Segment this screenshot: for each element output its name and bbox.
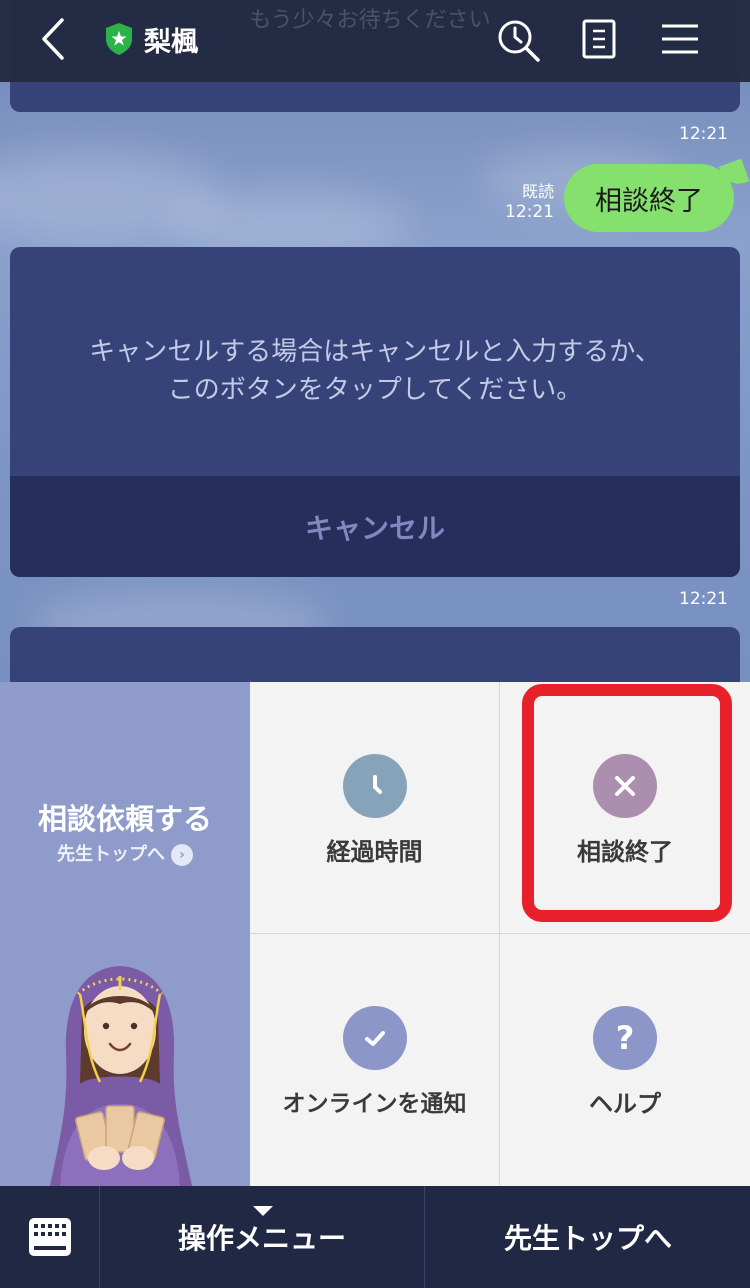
elapsed-time-button[interactable]: 経過時間 [250,682,500,934]
message-timestamp: 12:21 [679,589,728,609]
read-time: 12:21 [505,202,554,222]
search-clock-icon [498,20,540,62]
chat-area[interactable]: 12:21 既読 12:21 相談終了 キャンセルする場合はキャンセルと入力する… [0,0,750,682]
sent-message-bubble[interactable]: 相談終了 [564,164,734,232]
keyboard-icon [28,1218,71,1256]
hamburger-menu-icon [662,24,698,54]
caret-down-icon [253,1206,273,1216]
keyboard-toggle-button[interactable] [0,1186,100,1288]
search-button[interactable] [496,18,542,64]
highlight-annotation [522,684,732,922]
notes-button[interactable] [580,18,618,60]
notify-online-button[interactable]: オンラインを通知 [250,934,500,1186]
promo-subtitle-text: 先生トップへ [57,844,165,865]
rich-menu: 相談依頼する 先生トップへ › 経過時間 相談終了 オンラインを通知 ? ヘルプ [0,682,750,1186]
elapsed-time-label: 経過時間 [326,838,423,866]
menu-button[interactable] [660,22,700,56]
question-icon: ? [593,1006,657,1070]
operation-menu-button[interactable]: 操作メニュー [100,1186,425,1288]
back-icon [42,18,64,60]
promo-subtitle: 先生トップへ › [0,840,250,866]
message-timestamp: 12:21 [679,124,728,144]
cancel-button[interactable]: キャンセル [10,476,740,577]
read-label: 既読 [521,182,554,201]
fortune-teller-illustration [50,966,192,1186]
bottom-bar: 操作メニュー 先生トップへ [0,1186,750,1288]
operation-menu-label: 操作メニュー [177,1222,346,1255]
help-label: ヘルプ [589,1090,661,1118]
notify-online-label: オンラインを通知 [282,1091,467,1117]
shield-star-icon [104,22,134,56]
notes-icon [582,19,616,59]
promo-title: 相談依頼する [37,802,212,836]
chevron-right-icon: › [171,844,193,866]
teacher-top-label: 先生トップへ [503,1222,672,1255]
check-icon [342,1006,407,1070]
message-card-partial [10,627,740,682]
teacher-top-button[interactable]: 先生トップへ [426,1186,750,1288]
header-bar: もう少々お待ちください 梨楓 [0,0,750,82]
header-ghost-text: もう少々お待ちください [249,8,491,33]
consult-request-panel[interactable]: 相談依頼する 先生トップへ › [0,682,250,1186]
back-button[interactable] [30,14,76,64]
read-receipt: 既読 12:21 [494,182,554,222]
help-button[interactable]: ? ヘルプ [500,934,750,1186]
cancel-card-text: キャンセルする場合はキャンセルと入力するか、 このボタンをタップしてください。 [89,337,661,405]
chat-title: 梨楓 [144,27,198,58]
clock-icon [342,754,407,818]
cancel-message-card: キャンセルする場合はキャンセルと入力するか、 このボタンをタップしてください。 … [10,247,740,577]
